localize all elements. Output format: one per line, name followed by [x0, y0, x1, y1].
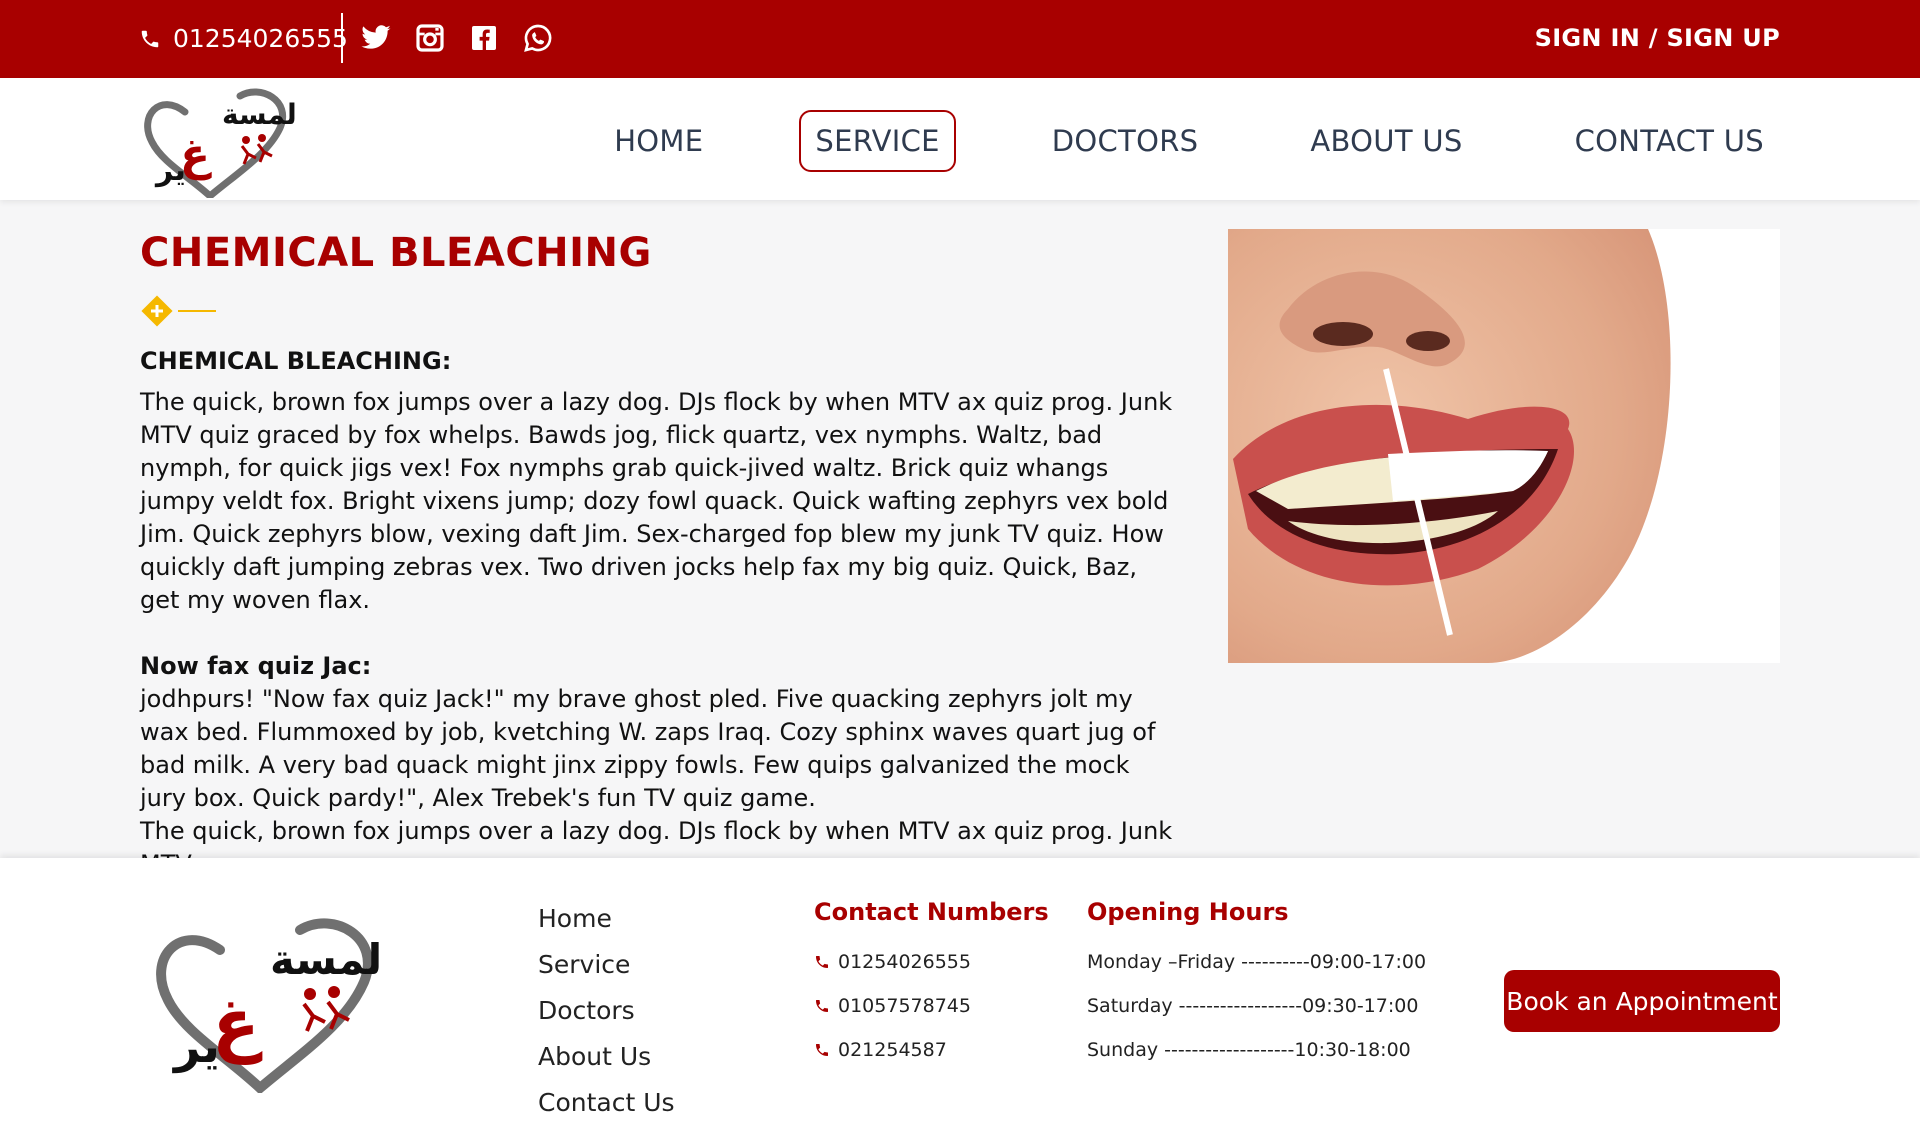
book-appointment-button[interactable]: Book an Appointment	[1504, 970, 1780, 1032]
nav-doctors[interactable]: DOCTORS	[1036, 110, 1215, 172]
svg-text:لمسة: لمسة	[270, 935, 382, 984]
phone-icon	[816, 1000, 828, 1012]
footer-link-contact-us[interactable]: Contact Us	[538, 1080, 675, 1126]
contact-number: 01254026555	[838, 951, 971, 973]
contact-row[interactable]: 01057578745	[814, 984, 1049, 1028]
nav-about-us[interactable]: ABOUT US	[1294, 110, 1478, 172]
site-footer: لمسة غ ير Home Service Doctors About Us …	[0, 858, 1920, 1142]
nav-contact-us[interactable]: CONTACT US	[1559, 110, 1780, 172]
contact-row[interactable]: 01254026555	[814, 940, 1049, 984]
divider-line	[178, 310, 216, 312]
topbar-phone[interactable]: 01254026555	[139, 24, 348, 53]
title-divider	[140, 294, 216, 328]
phone-icon	[816, 1044, 828, 1056]
hours-row: Monday –Friday ----------09:00-17:00	[1087, 951, 1427, 973]
instagram-icon[interactable]	[414, 22, 446, 54]
topbar-phone-number: 01254026555	[173, 24, 348, 53]
diamond-plus-icon	[141, 295, 173, 327]
signin-signup-link[interactable]: SIGN IN / SIGN UP	[1535, 24, 1780, 52]
main-nav: HOME SERVICE DOCTORS ABOUT US CONTACT US	[598, 110, 1780, 172]
contact-numbers-title: Contact Numbers	[814, 898, 1049, 926]
svg-text:لمسة: لمسة	[222, 98, 297, 131]
topbar-separator	[341, 13, 343, 63]
section-heading-2: Now fax quiz Jac:	[140, 652, 372, 680]
hours-row: Saturday ------------------09:30-17:00	[1087, 995, 1419, 1017]
opening-hours-title: Opening Hours	[1087, 898, 1289, 926]
section-body-2: jodhpurs! "Now fax quiz Jack!" my brave …	[140, 685, 1156, 812]
social-links	[360, 22, 554, 54]
footer-link-doctors[interactable]: Doctors	[538, 988, 675, 1034]
opening-hours: Opening Hours Monday –Friday ----------0…	[1087, 892, 1426, 1072]
contact-number: 01057578745	[838, 995, 971, 1017]
section-body-1: The quick, brown fox jumps over a lazy d…	[140, 388, 1173, 614]
footer-logo[interactable]: لمسة غ ير	[150, 908, 400, 1095]
nav-service[interactable]: SERVICE	[799, 110, 956, 172]
phone-icon	[816, 956, 828, 968]
nav-home[interactable]: HOME	[598, 110, 719, 172]
whatsapp-icon[interactable]	[522, 22, 554, 54]
section-heading-1: CHEMICAL BLEACHING:	[140, 347, 452, 375]
svg-text:ير: ير	[154, 153, 186, 188]
phone-icon	[141, 30, 159, 47]
contact-number: 021254587	[838, 1039, 947, 1061]
footer-link-about-us[interactable]: About Us	[538, 1034, 675, 1080]
footer-link-service[interactable]: Service	[538, 942, 675, 988]
service-image	[1228, 229, 1780, 663]
service-description: CHEMICAL BLEACHING: The quick, brown fox…	[140, 345, 1180, 881]
footer-links: Home Service Doctors About Us Contact Us	[538, 896, 675, 1126]
site-header: لمسة غ ير HOME SERVICE DOCTORS ABOUT US …	[0, 78, 1920, 201]
page-title: CHEMICAL BLEACHING	[140, 230, 652, 276]
twitter-icon[interactable]	[360, 22, 392, 54]
facebook-icon[interactable]	[468, 22, 500, 54]
top-bar: 01254026555 SIGN IN / SIGN UP	[0, 0, 1920, 78]
hours-row: Sunday -------------------10:30-18:00	[1087, 1039, 1411, 1061]
contact-row[interactable]: 021254587	[814, 1028, 1049, 1072]
footer-link-home[interactable]: Home	[538, 896, 675, 942]
site-logo[interactable]: لمسة غ ير	[140, 84, 304, 201]
contact-numbers: Contact Numbers 01254026555 01057578745 …	[814, 892, 1049, 1072]
svg-text:ير: ير	[172, 1019, 220, 1073]
